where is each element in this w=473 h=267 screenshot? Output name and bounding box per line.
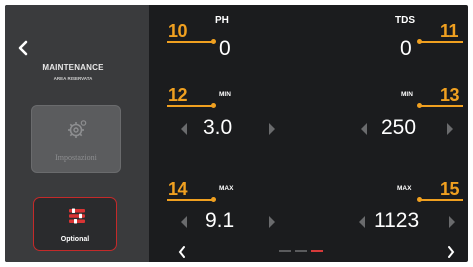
ph-min-value: 3.0 — [203, 116, 233, 139]
triangle-left-icon — [181, 123, 187, 135]
next-page-button[interactable] — [446, 245, 456, 259]
chevron-left-icon — [18, 40, 28, 56]
ph-value: 0 — [219, 37, 231, 60]
triangle-right-icon — [447, 123, 453, 135]
ph-max-label: MAX — [219, 185, 234, 192]
tds-max-label: MAX — [397, 185, 412, 192]
callout-12-dot — [211, 103, 216, 108]
main-panel: PH 0 TDS 0 MIN 3.0 MIN 250 MAX 9.1 MAX 1… — [149, 5, 468, 262]
triangle-right-icon — [269, 216, 275, 228]
ph-label: PH — [215, 15, 229, 26]
callout-14-line — [167, 199, 213, 201]
callout-13: 13 — [440, 85, 460, 105]
sidebar-subtitle: AREA RISERVATA — [53, 76, 93, 81]
gear-icon — [66, 118, 88, 145]
callout-13-dot — [417, 103, 422, 108]
tds-min-value: 250 — [381, 116, 417, 139]
impostazioni-tile: Impostazioni — [31, 105, 121, 173]
prev-page-button[interactable] — [177, 245, 187, 259]
optional-label: Optional — [60, 236, 90, 243]
page-dot — [295, 250, 307, 252]
callout-15-dot — [417, 197, 422, 202]
triangle-left-icon — [361, 123, 367, 135]
tds-min-label: MIN — [401, 91, 413, 98]
back-button[interactable] — [15, 37, 33, 59]
page-dot — [279, 250, 291, 252]
ph-min-label: MIN — [219, 91, 231, 98]
ph-max-increase-button[interactable] — [267, 215, 277, 229]
callout-10-dot — [211, 39, 216, 44]
callout-14: 14 — [168, 179, 188, 199]
callout-14-dot — [211, 197, 216, 202]
callout-11-dot — [417, 39, 422, 44]
callout-11-line — [419, 41, 463, 43]
impostazioni-label: Impostazioni — [55, 153, 97, 162]
triangle-left-icon — [181, 216, 187, 228]
ph-min-increase-button[interactable] — [267, 122, 277, 136]
triangle-right-icon — [269, 123, 275, 135]
chevron-left-icon — [178, 246, 185, 258]
callout-15-line — [419, 199, 463, 201]
tds-min-decrease-button[interactable] — [359, 122, 369, 136]
sidebar: MAINTENANCE AREA RISERVATA Impostazioni — [5, 5, 149, 262]
callout-10-line — [167, 41, 213, 43]
ph-min-decrease-button[interactable] — [179, 122, 189, 136]
tds-value: 0 — [400, 37, 412, 60]
tds-max-decrease-button[interactable] — [357, 215, 367, 229]
triangle-right-icon — [449, 216, 455, 228]
tds-max-increase-button[interactable] — [447, 215, 457, 229]
callout-12: 12 — [168, 85, 188, 105]
settings-sliders-icon — [69, 208, 85, 229]
callout-13-line — [419, 105, 463, 107]
callout-11: 11 — [440, 21, 459, 41]
device-screen: MAINTENANCE AREA RISERVATA Impostazioni — [5, 5, 468, 262]
optional-button[interactable]: Optional — [33, 197, 117, 251]
triangle-left-icon — [359, 216, 365, 228]
tds-label: TDS — [395, 15, 415, 26]
ph-max-decrease-button[interactable] — [179, 215, 189, 229]
chevron-right-icon — [448, 246, 455, 258]
page-indicator — [269, 250, 349, 254]
tds-min-increase-button[interactable] — [445, 122, 455, 136]
sidebar-title: MAINTENANCE — [42, 63, 104, 72]
callout-15: 15 — [440, 179, 460, 199]
page-dot-active — [311, 250, 323, 252]
callout-10: 10 — [168, 21, 188, 41]
ph-max-value: 9.1 — [205, 209, 235, 232]
tds-max-value: 1123 — [374, 209, 420, 232]
callout-12-line — [167, 105, 213, 107]
